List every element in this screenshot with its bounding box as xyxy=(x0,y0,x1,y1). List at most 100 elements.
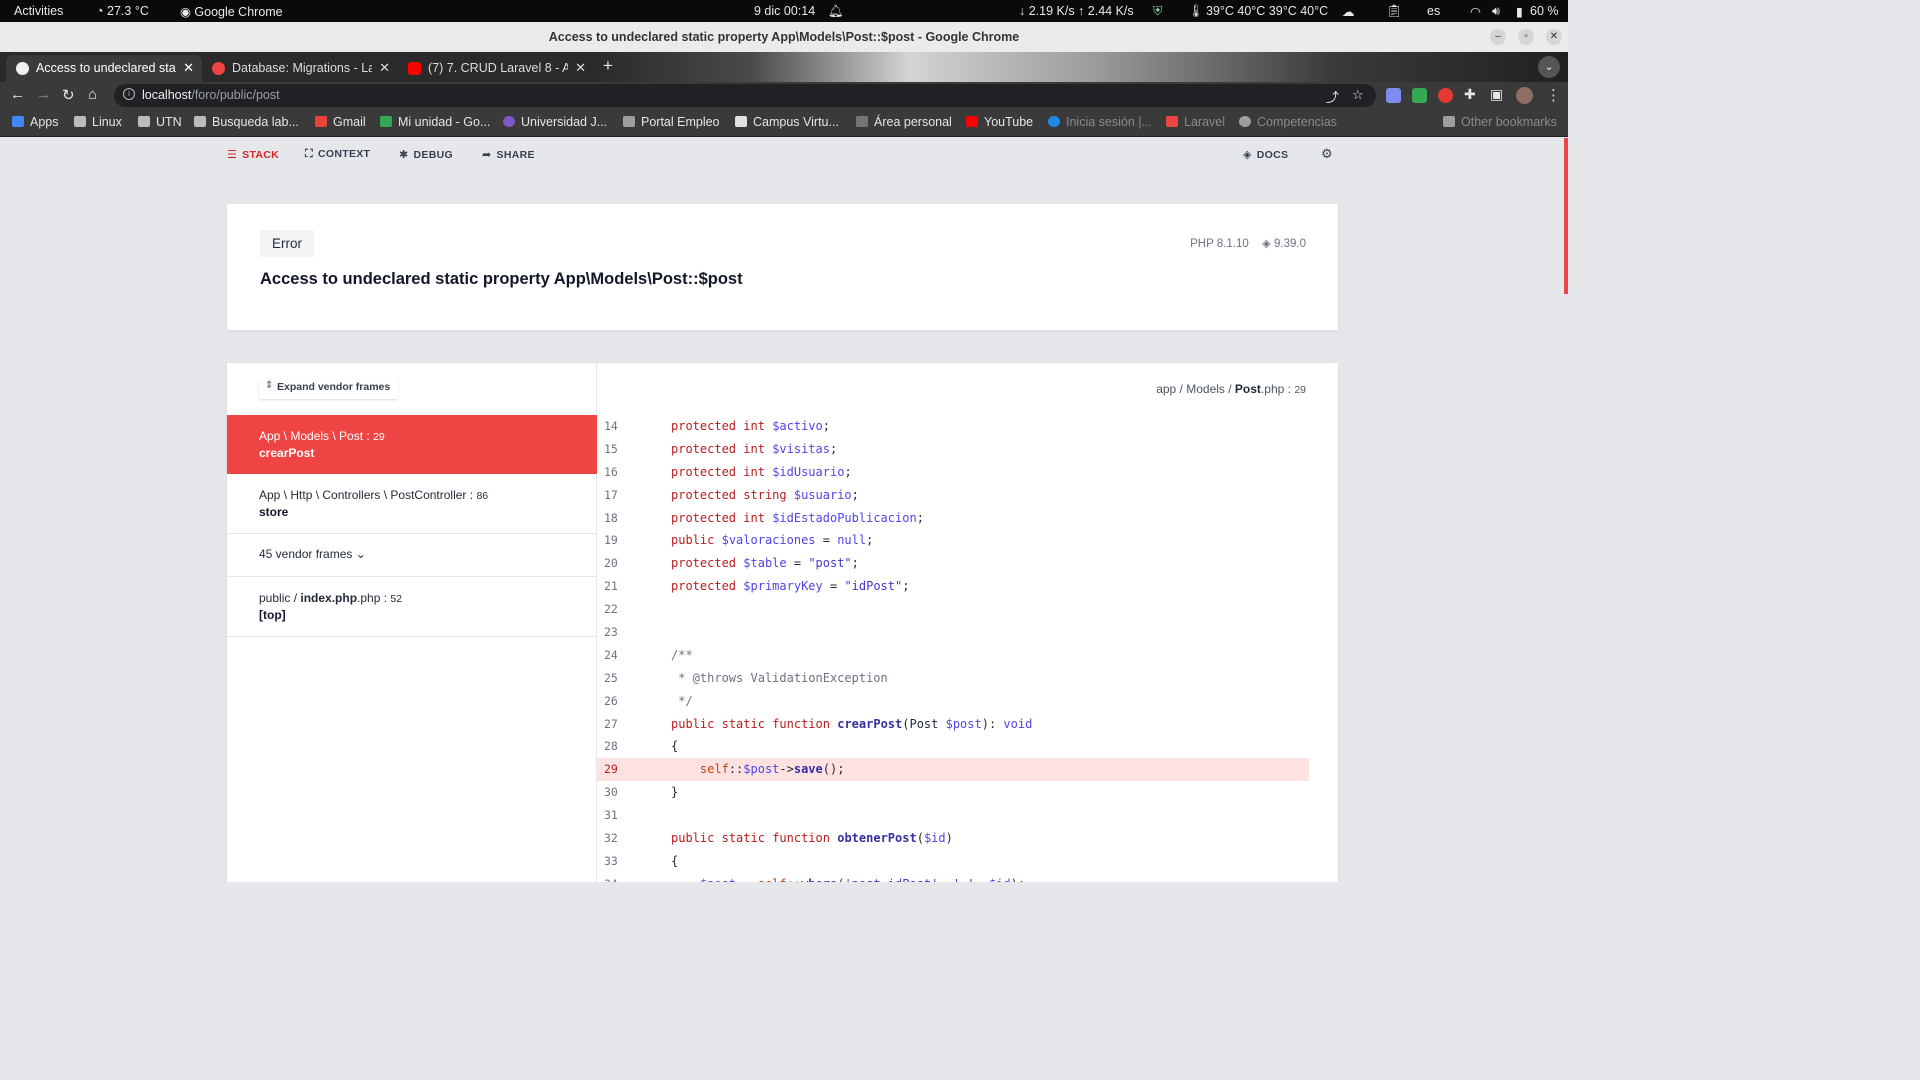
error-type-badge: Error xyxy=(260,230,314,257)
bookmark-other[interactable]: Other bookmarks xyxy=(1443,115,1557,129)
extension-icon[interactable] xyxy=(1386,88,1401,103)
bookmark-star-icon[interactable]: ☆ xyxy=(1352,87,1364,103)
tab-search-button[interactable]: ⌄ xyxy=(1538,56,1560,78)
bookmark-linux[interactable]: Linux xyxy=(74,115,122,129)
bookmark-drive[interactable]: Mi unidad - Go... xyxy=(380,115,490,129)
code-line[interactable]: 20 protected $table = "post"; xyxy=(597,552,1309,575)
side-panel-icon[interactable]: ▣ xyxy=(1490,86,1503,103)
app-menu[interactable]: ◉ Google Chrome xyxy=(180,4,283,19)
window-title: Access to undeclared static property App… xyxy=(548,30,1020,44)
profile-avatar[interactable] xyxy=(1516,87,1533,104)
code-line[interactable]: 14 protected int $activo; xyxy=(597,415,1309,438)
close-window-button[interactable]: ✕ xyxy=(1546,29,1562,45)
settings-gear-icon[interactable]: ⚙ xyxy=(1321,146,1333,162)
expand-vendor-frames-button[interactable]: ⇕ Expand vendor frames xyxy=(259,378,399,399)
forward-button[interactable]: → xyxy=(36,86,51,103)
stack-frame-selected[interactable]: App \ Models \ Post : 29 crearPost xyxy=(227,415,597,474)
bookmark-busqueda[interactable]: Busqueda lab... xyxy=(194,115,299,129)
bookmark-utn[interactable]: UTN xyxy=(138,115,182,129)
code-line-highlighted[interactable]: 29 self::$post->save(); xyxy=(597,758,1309,782)
weather-indicator[interactable]: ◔ 27.3 °C xyxy=(96,4,149,18)
line-number: 18 xyxy=(604,510,618,525)
bookmark-portal-empleo[interactable]: Portal Empleo xyxy=(623,115,720,129)
stack-frame[interactable]: App \ Http \ Controllers \ PostControlle… xyxy=(227,474,597,534)
close-tab-icon[interactable]: ✕ xyxy=(379,60,390,76)
maximize-button[interactable]: ▫ xyxy=(1518,29,1534,45)
code-line[interactable]: 33 { xyxy=(597,850,1309,873)
close-tab-icon[interactable]: ✕ xyxy=(183,60,194,76)
back-button[interactable]: ← xyxy=(10,86,25,103)
code-line[interactable]: 15 protected int $visitas; xyxy=(597,438,1309,461)
address-bar[interactable]: i localhost/foro/public/post ⤴ ☆ xyxy=(114,84,1376,107)
chrome-menu-icon[interactable]: ⋮ xyxy=(1546,86,1561,104)
nav-context[interactable]: ⛶ CONTEXT xyxy=(305,148,370,161)
code-line[interactable]: 23 xyxy=(597,621,1309,644)
code-line[interactable]: 32 public static function obtenerPost($id… xyxy=(597,827,1309,850)
code-line[interactable]: 31 xyxy=(597,804,1309,827)
network-speed[interactable]: ↓ 2.19 K/s ↑ 2.44 K/s xyxy=(1019,4,1134,18)
code-line[interactable]: 34 $post = self::where('post.idPost', '=… xyxy=(597,873,1309,882)
share-icon[interactable]: ⤴ xyxy=(1326,87,1339,106)
code-line[interactable]: 17 protected string $usuario; xyxy=(597,484,1309,507)
vendor-frames-toggle[interactable]: 45 vendor frames ⌄ xyxy=(227,534,597,577)
code-line[interactable]: 18 protected int $idEstadoPublicacion; xyxy=(597,507,1309,530)
code-line[interactable]: 22 xyxy=(597,598,1309,621)
tab-youtube-crud[interactable]: (7) 7. CRUD Laravel 8 - Act ✕ xyxy=(398,55,594,82)
drive-extension-icon[interactable] xyxy=(1412,88,1427,103)
tab-laravel-migrations[interactable]: Database: Migrations - La ✕ xyxy=(202,55,398,82)
bookmark-label: Área personal xyxy=(874,115,952,129)
bookmark-youtube[interactable]: YouTube xyxy=(966,115,1033,129)
site-info-icon[interactable]: i xyxy=(123,88,135,100)
bookmark-gmail[interactable]: Gmail xyxy=(315,115,366,129)
language-indicator[interactable]: es xyxy=(1427,4,1440,18)
shield-icon[interactable]: ⛨ xyxy=(1153,4,1162,19)
nav-share[interactable]: ➦ SHARE xyxy=(482,148,535,161)
stack-frame[interactable]: public / index.php.php : 52 [top] xyxy=(227,577,597,637)
code-line[interactable]: 24 /** xyxy=(597,644,1309,667)
code-line[interactable]: 19 public $valoraciones = null; xyxy=(597,529,1309,552)
extensions-puzzle-icon[interactable]: ✚ xyxy=(1464,86,1476,103)
bookmark-label: Portal Empleo xyxy=(641,115,720,129)
minimize-button[interactable]: – xyxy=(1490,29,1506,45)
code-line[interactable]: 25 * @throws ValidationException xyxy=(597,667,1309,690)
volume-icon[interactable]: 🔊︎ xyxy=(1492,4,1500,19)
bookmark-area-personal[interactable]: Área personal xyxy=(856,115,952,129)
home-button[interactable]: ⌂ xyxy=(88,86,97,103)
temperature-readout[interactable]: 39°C 40°C 39°C 40°C xyxy=(1206,4,1328,18)
clock[interactable]: 9 dic 00:14 xyxy=(754,4,815,18)
file-path[interactable]: app / Models / Post.php : 29 xyxy=(1156,382,1306,396)
tab-ignition-error[interactable]: Access to undeclared stat ✕ xyxy=(6,55,202,82)
new-tab-button[interactable]: + xyxy=(603,56,613,76)
code-line[interactable]: 28 { xyxy=(597,735,1309,758)
bookmark-apps[interactable]: Apps xyxy=(12,115,59,129)
nav-debug[interactable]: ✱ DEBUG xyxy=(399,148,453,161)
code-line[interactable]: 27 public static function crearPost(Post … xyxy=(597,713,1309,736)
battery-level[interactable]: 60 % xyxy=(1530,4,1559,18)
code-line[interactable]: 21 protected $primaryKey = "idPost"; xyxy=(597,575,1309,598)
page-scrollbar[interactable] xyxy=(1564,138,1568,294)
code-line[interactable]: 26 */ xyxy=(597,690,1309,713)
adblock-extension-icon[interactable] xyxy=(1438,88,1453,103)
tray-app-icon[interactable]: ☁ xyxy=(1342,4,1355,19)
close-tab-icon[interactable]: ✕ xyxy=(575,60,586,76)
frame-ext: .php xyxy=(357,591,381,605)
bookmark-inicia-sesion[interactable]: Inicia sesión |... xyxy=(1048,115,1152,129)
unfold-icon: ⇕ xyxy=(265,380,274,391)
bell-icon[interactable]: 🔔︎ xyxy=(828,4,844,19)
line-number: 24 xyxy=(604,647,618,662)
url-text[interactable]: localhost/foro/public/post xyxy=(142,88,280,102)
bookmark-laravel[interactable]: Laravel xyxy=(1166,115,1225,129)
bookmark-competencias[interactable]: Competencias xyxy=(1239,115,1337,129)
wifi-icon[interactable]: ◠ xyxy=(1470,4,1481,19)
reload-button[interactable]: ↻ xyxy=(62,86,75,104)
bookmark-universidad[interactable]: Universidad J... xyxy=(503,115,607,129)
file-ext: .php xyxy=(1260,382,1285,396)
clipboard-icon[interactable]: 📋︎ xyxy=(1386,4,1402,19)
activities-button[interactable]: Activities xyxy=(14,4,63,18)
nav-docs[interactable]: ◈ DOCS xyxy=(1243,148,1288,161)
bookmark-campus[interactable]: Campus Virtu... xyxy=(735,115,839,129)
folder-icon xyxy=(1443,116,1455,127)
code-line[interactable]: 30} xyxy=(597,781,1309,804)
nav-stack[interactable]: ☰ STACK xyxy=(227,148,279,161)
code-line[interactable]: 16 protected int $idUsuario; xyxy=(597,461,1309,484)
